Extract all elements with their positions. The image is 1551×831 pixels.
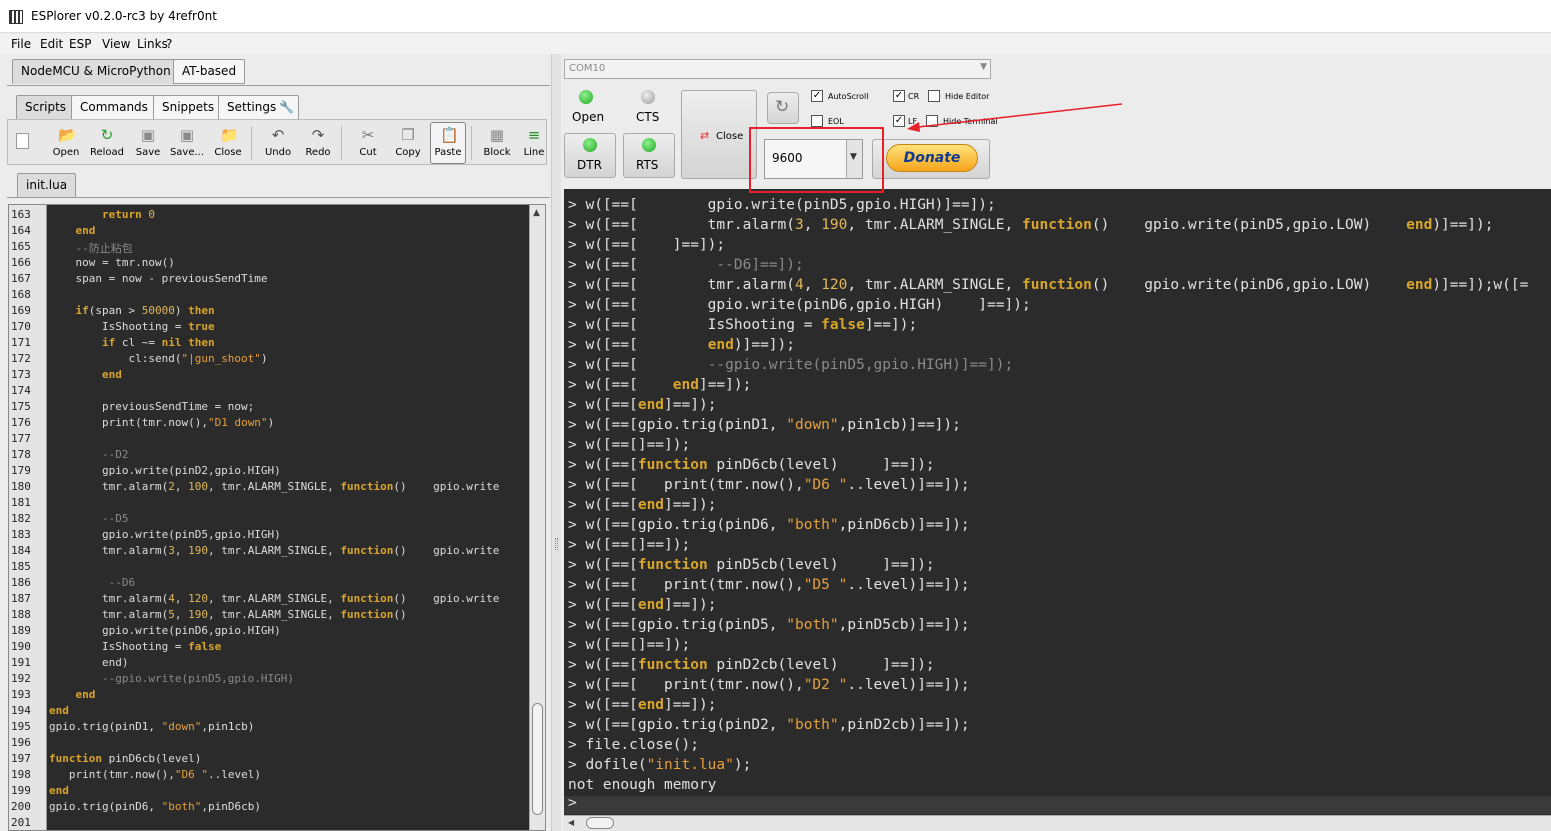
annotation-arrow (907, 103, 1123, 132)
arrow-shaft (917, 103, 1123, 128)
arrow-head-icon (907, 122, 920, 132)
